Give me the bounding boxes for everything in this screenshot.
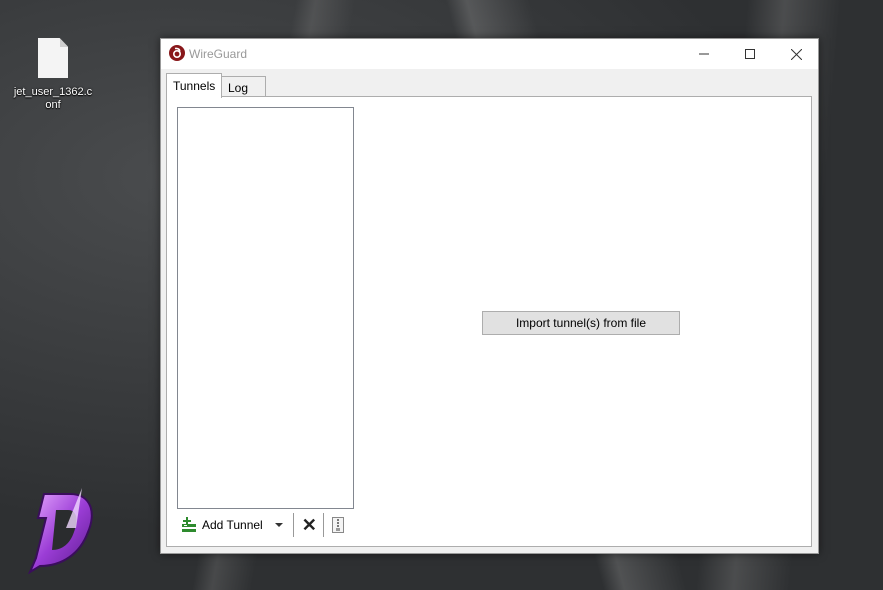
minimize-button[interactable] [681,39,727,69]
tab-log[interactable]: Log [221,76,266,98]
wireguard-icon [169,45,185,61]
delete-icon[interactable]: ✕ [302,516,317,534]
wireguard-window: WireGuard Tunnels Log Add Tunnel ✕ Impor… [160,38,819,554]
title-bar[interactable]: WireGuard [161,39,818,69]
window-title: WireGuard [189,47,248,61]
d-logo-icon[interactable] [26,488,98,574]
export-zip-icon[interactable] [331,517,344,533]
file-icon [38,38,68,78]
add-tunnel-label: Add Tunnel [202,518,263,532]
tab-tunnels[interactable]: Tunnels [166,73,223,98]
add-tunnel-button[interactable]: Add Tunnel [177,514,287,536]
toolbar-divider [322,513,324,537]
tunnels-panel: Add Tunnel ✕ Import tunnel(s) from file [166,96,812,547]
maximize-icon [745,49,755,59]
toolbar-divider [292,513,294,537]
close-icon [790,48,802,60]
desktop-file-icon[interactable]: jet_user_1362.conf [10,38,96,112]
close-button[interactable] [773,39,819,69]
minimize-icon [699,53,709,55]
desktop-file-label: jet_user_1362.conf [13,86,93,111]
add-tunnel-icon [182,517,196,532]
tunnel-list[interactable] [177,107,354,509]
chevron-down-icon[interactable] [274,523,283,527]
maximize-button[interactable] [727,39,773,69]
tunnel-toolbar: Add Tunnel ✕ [177,511,357,539]
import-tunnels-button[interactable]: Import tunnel(s) from file [482,311,680,335]
